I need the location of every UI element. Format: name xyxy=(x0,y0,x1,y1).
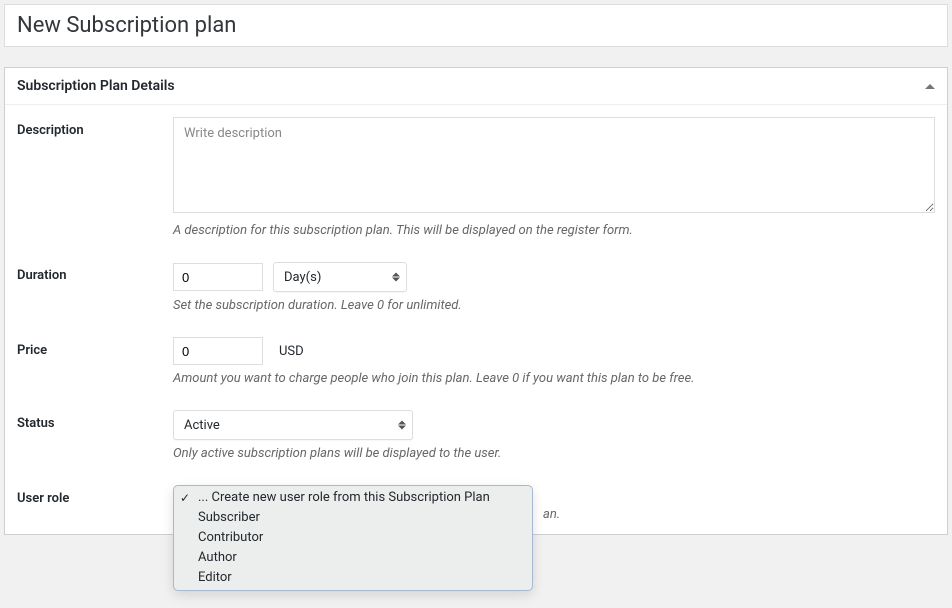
status-label: Status xyxy=(17,410,173,431)
description-textarea[interactable] xyxy=(173,117,935,213)
panel-body: Description A description for this subsc… xyxy=(5,105,947,534)
user-role-hint-fragment: an. xyxy=(543,507,560,522)
description-row: Description A description for this subsc… xyxy=(17,117,935,238)
price-currency: USD xyxy=(279,344,304,359)
status-value: Active xyxy=(184,418,220,433)
duration-row: Duration Day(s) Set the subscription dur… xyxy=(17,262,935,313)
description-hint: A description for this subscription plan… xyxy=(173,223,935,238)
user-role-option-author[interactable]: Author xyxy=(174,548,532,568)
price-input[interactable] xyxy=(173,337,263,365)
duration-unit-select[interactable]: Day(s) xyxy=(273,262,407,292)
duration-unit-value: Day(s) xyxy=(284,270,321,285)
page-title: New Subscription plan xyxy=(17,13,935,38)
user-role-option-editor[interactable]: Editor xyxy=(174,568,532,588)
select-arrows-icon xyxy=(398,421,406,430)
duration-input[interactable] xyxy=(173,263,263,291)
collapse-icon[interactable] xyxy=(925,84,935,89)
user-role-option-subscriber[interactable]: Subscriber xyxy=(174,508,532,528)
panel-title: Subscription Plan Details xyxy=(17,78,175,94)
user-role-row: User role an. ... Create new user role f… xyxy=(17,485,935,522)
duration-hint: Set the subscription duration. Leave 0 f… xyxy=(173,298,935,313)
duration-label: Duration xyxy=(17,262,173,283)
status-hint: Only active subscription plans will be d… xyxy=(173,446,935,461)
user-role-option-create[interactable]: ... Create new user role from this Subsc… xyxy=(174,488,532,508)
user-role-dropdown[interactable]: ... Create new user role from this Subsc… xyxy=(173,485,533,591)
status-select[interactable]: Active xyxy=(173,410,413,440)
user-role-label: User role xyxy=(17,485,173,506)
status-row: Status Active Only active subscription p… xyxy=(17,410,935,461)
select-arrows-icon xyxy=(392,273,400,282)
description-label: Description xyxy=(17,117,173,138)
panel-header[interactable]: Subscription Plan Details xyxy=(5,68,947,105)
user-role-option-contributor[interactable]: Contributor xyxy=(174,528,532,548)
price-label: Price xyxy=(17,337,173,358)
price-row: Price USD Amount you want to charge peop… xyxy=(17,337,935,386)
price-hint: Amount you want to charge people who joi… xyxy=(173,371,935,386)
subscription-details-panel: Subscription Plan Details Description A … xyxy=(4,67,948,535)
page-title-box: New Subscription plan xyxy=(4,4,948,47)
